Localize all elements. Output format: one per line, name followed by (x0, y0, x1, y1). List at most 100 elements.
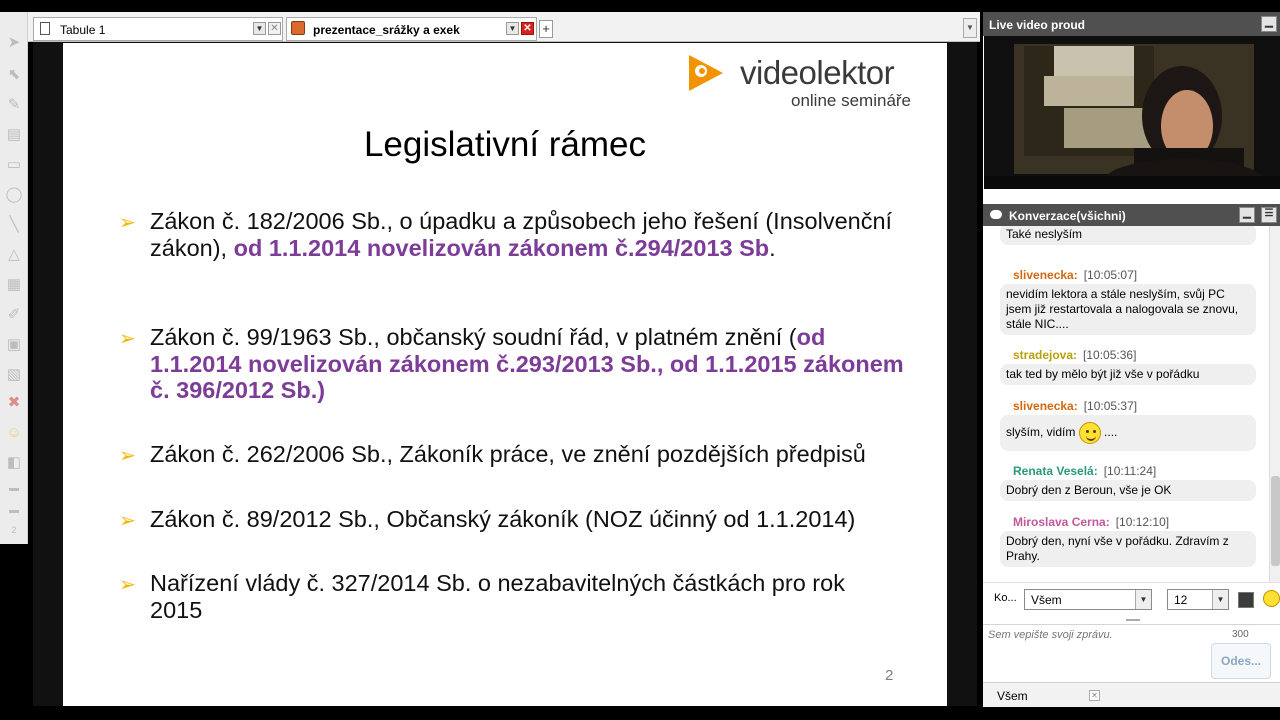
send-button[interactable]: Odes... (1211, 643, 1271, 679)
bullet-text: Zákon č. 99/1963 Sb., občanský soudní řá… (150, 324, 910, 404)
chat-message: Také neslyším (1000, 226, 1256, 245)
chat-message: slyším, vidím .... (1000, 415, 1256, 451)
smiley-tool-icon[interactable]: ☺ (4, 422, 24, 442)
message-input[interactable] (988, 629, 1208, 641)
slide-bullet: ➢ Zákon č. 182/2006 Sb., o úpadku a způs… (119, 208, 909, 288)
color-swatch-icon[interactable]: ▬ (4, 478, 24, 498)
logo-mark-icon (689, 55, 723, 91)
message-author: stradejova: (1013, 348, 1078, 362)
pencil-tool-icon[interactable]: ✎ (4, 94, 24, 114)
chat-message: Dobrý den z Beroun, vše je OK (1000, 480, 1256, 501)
bullet-tail: . (769, 234, 776, 261)
message-time: [10:05:36] (1083, 348, 1137, 362)
table-tool-icon[interactable]: ▦ (4, 274, 24, 294)
minimize-icon[interactable]: ▁ (1261, 16, 1277, 32)
tab-prezentace[interactable]: prezentace_srážky a exek ▼ ✕ (286, 17, 537, 41)
bullet-arrow-icon: ➢ (119, 574, 136, 596)
message-time: [10:05:37] (1083, 399, 1138, 413)
chat-message-header: Renata Veselá: [10:11:24] (1013, 464, 1156, 478)
logo-brand-a: video (740, 54, 817, 91)
chevron-down-icon[interactable]: ▼ (1212, 590, 1228, 609)
app-window: ➤ ⬉ ✎ ▤ ▭ ◯ ╲ △ ▦ ✐ ▣ ▧ ✖ ☺ ◧ ▬ ▬ 2 Tabu… (0, 0, 1280, 720)
text-tool-icon[interactable]: ▤ (4, 124, 24, 144)
video-panel-title: Live video proud (989, 18, 1086, 32)
presentation-slide: videolektor online semináře Legislativní… (63, 43, 947, 706)
message-text: .... (1104, 425, 1118, 440)
bullet-plain: Zákon č. 99/1963 Sb., občanský soudní řá… (150, 324, 797, 350)
minimize-icon[interactable]: ▁ (1239, 207, 1255, 223)
bullet-arrow-icon: ➢ (119, 212, 136, 234)
select-tool-icon[interactable]: ⬉ (4, 64, 24, 84)
message-author: slivenecka: (1013, 399, 1078, 413)
delete-tool-icon[interactable]: ✖ (4, 392, 24, 412)
chat-message-list: Také neslyším slivenecka: [10:05:07] nevi… (983, 226, 1280, 582)
eraser-tool-icon[interactable]: ▧ (4, 364, 24, 384)
resize-handle[interactable] (983, 617, 1280, 623)
tab-label: Tabule 1 (60, 23, 106, 37)
logo-wordmark: videolektor (740, 53, 895, 93)
chat-channel-tab[interactable]: Všem ✕ (983, 682, 1280, 707)
recipient-value: Všem (1031, 593, 1062, 607)
message-author: Miroslava Cerna: (1013, 515, 1110, 529)
compose-area: 300 Odes... (983, 624, 1280, 682)
bullet-arrow-icon: ➢ (119, 510, 136, 532)
logo-brand-b: lektor (816, 54, 895, 91)
ellipse-tool-icon[interactable]: ◯ (4, 184, 24, 204)
rectangle-tool-icon[interactable]: ▭ (4, 154, 24, 174)
message-author: Renata Veselá: (1013, 464, 1098, 478)
message-author: slivenecka: (1013, 268, 1078, 282)
bullet-text: Zákon č. 89/2012 Sb., Občanský zákoník (… (150, 506, 856, 532)
text-color-button[interactable] (1238, 592, 1254, 608)
tab-tabule[interactable]: Tabule 1 ▼ ✕ (33, 17, 283, 41)
triangle-tool-icon[interactable]: △ (4, 244, 24, 264)
bullet-text: Zákon č. 262/2006 Sb., Zákoník práce, ve… (150, 441, 866, 467)
tab-label: prezentace_srážky a exek (313, 23, 460, 37)
chevron-down-icon[interactable]: ▼ (253, 22, 266, 35)
chevron-down-icon[interactable]: ▼ (1135, 590, 1151, 609)
recipient-select[interactable]: Všem ▼ (1024, 589, 1152, 610)
tabs-menu-icon[interactable]: ▼ (963, 18, 977, 38)
presentation-icon (291, 21, 305, 35)
bullet-text: Nařízení vlády č. 327/2014 Sb. o nezabav… (150, 570, 845, 623)
videolektor-logo: videolektor online semináře (687, 51, 927, 113)
scrollbar-thumb[interactable] (1271, 476, 1280, 566)
chat-message: tak ted by mělo být již vše v pořádku (1000, 364, 1256, 385)
chat-panel: Konverzace(všichni) ▁ ☰ Také neslyším sl… (983, 189, 1280, 707)
slide-bullet: ➢ Zákon č. 99/1963 Sb., občanský soudní … (119, 324, 909, 404)
char-counter: 300 (1232, 629, 1249, 640)
chat-message-header: stradejova: [10:05:36] (1013, 348, 1136, 362)
chat-message: Dobrý den, nyní vše v pořádku. Zdravím z… (1000, 531, 1256, 567)
chat-scrollbar[interactable] (1269, 226, 1280, 582)
presenter-video-image (984, 36, 1280, 189)
channel-tab-label: Všem (997, 689, 1028, 703)
bullet-arrow-icon: ➢ (119, 445, 136, 467)
smiley-emoji-icon (1078, 422, 1101, 444)
chat-header: Konverzace(všichni) ▁ ☰ (983, 204, 1280, 226)
chat-message-header: slivenecka: [10:05:37] (1013, 399, 1137, 413)
bullet-text: Zákon č. 182/2006 Sb., o úpadku a způsob… (150, 208, 910, 261)
close-icon[interactable]: ✕ (521, 22, 534, 35)
font-size-select[interactable]: 12 ▼ (1167, 589, 1229, 610)
slide-page-number: 2 (885, 667, 894, 684)
close-icon[interactable]: ✕ (268, 22, 281, 35)
video-panel-header: Live video proud ▁ (983, 12, 1280, 36)
pointer-tool-icon[interactable]: ➤ (4, 32, 24, 52)
marker-tool-icon[interactable]: ✐ (4, 304, 24, 324)
message-text: slyším, vidím (1006, 425, 1076, 440)
message-time: [10:05:07] (1083, 268, 1138, 282)
slide-bullet: ➢ Zákon č. 262/2006 Sb., Zákoník práce, … (119, 441, 909, 471)
video-panel: Live video proud ▁ (983, 12, 1280, 189)
fill-tool-icon[interactable]: ◧ (4, 452, 24, 472)
slide-bullet: ➢ Nařízení vlády č. 327/2014 Sb. o nezab… (119, 570, 909, 626)
bullet-highlight: od 1.1.2014 novelizován zákonem č.294/20… (233, 234, 770, 261)
emoji-picker-icon[interactable] (1263, 590, 1280, 607)
stamp-tool-icon[interactable]: ▣ (4, 334, 24, 354)
recipient-label: Ko... (994, 592, 1017, 604)
line-tool-icon[interactable]: ╲ (4, 214, 24, 234)
close-icon[interactable]: ✕ (1089, 690, 1100, 701)
line-width-icon[interactable]: ▬ (4, 500, 24, 520)
add-tab-button[interactable]: + (539, 20, 553, 38)
chevron-down-icon[interactable]: ▼ (506, 22, 519, 35)
size-icon[interactable]: 2 (4, 520, 24, 540)
menu-icon[interactable]: ☰ (1261, 207, 1277, 223)
